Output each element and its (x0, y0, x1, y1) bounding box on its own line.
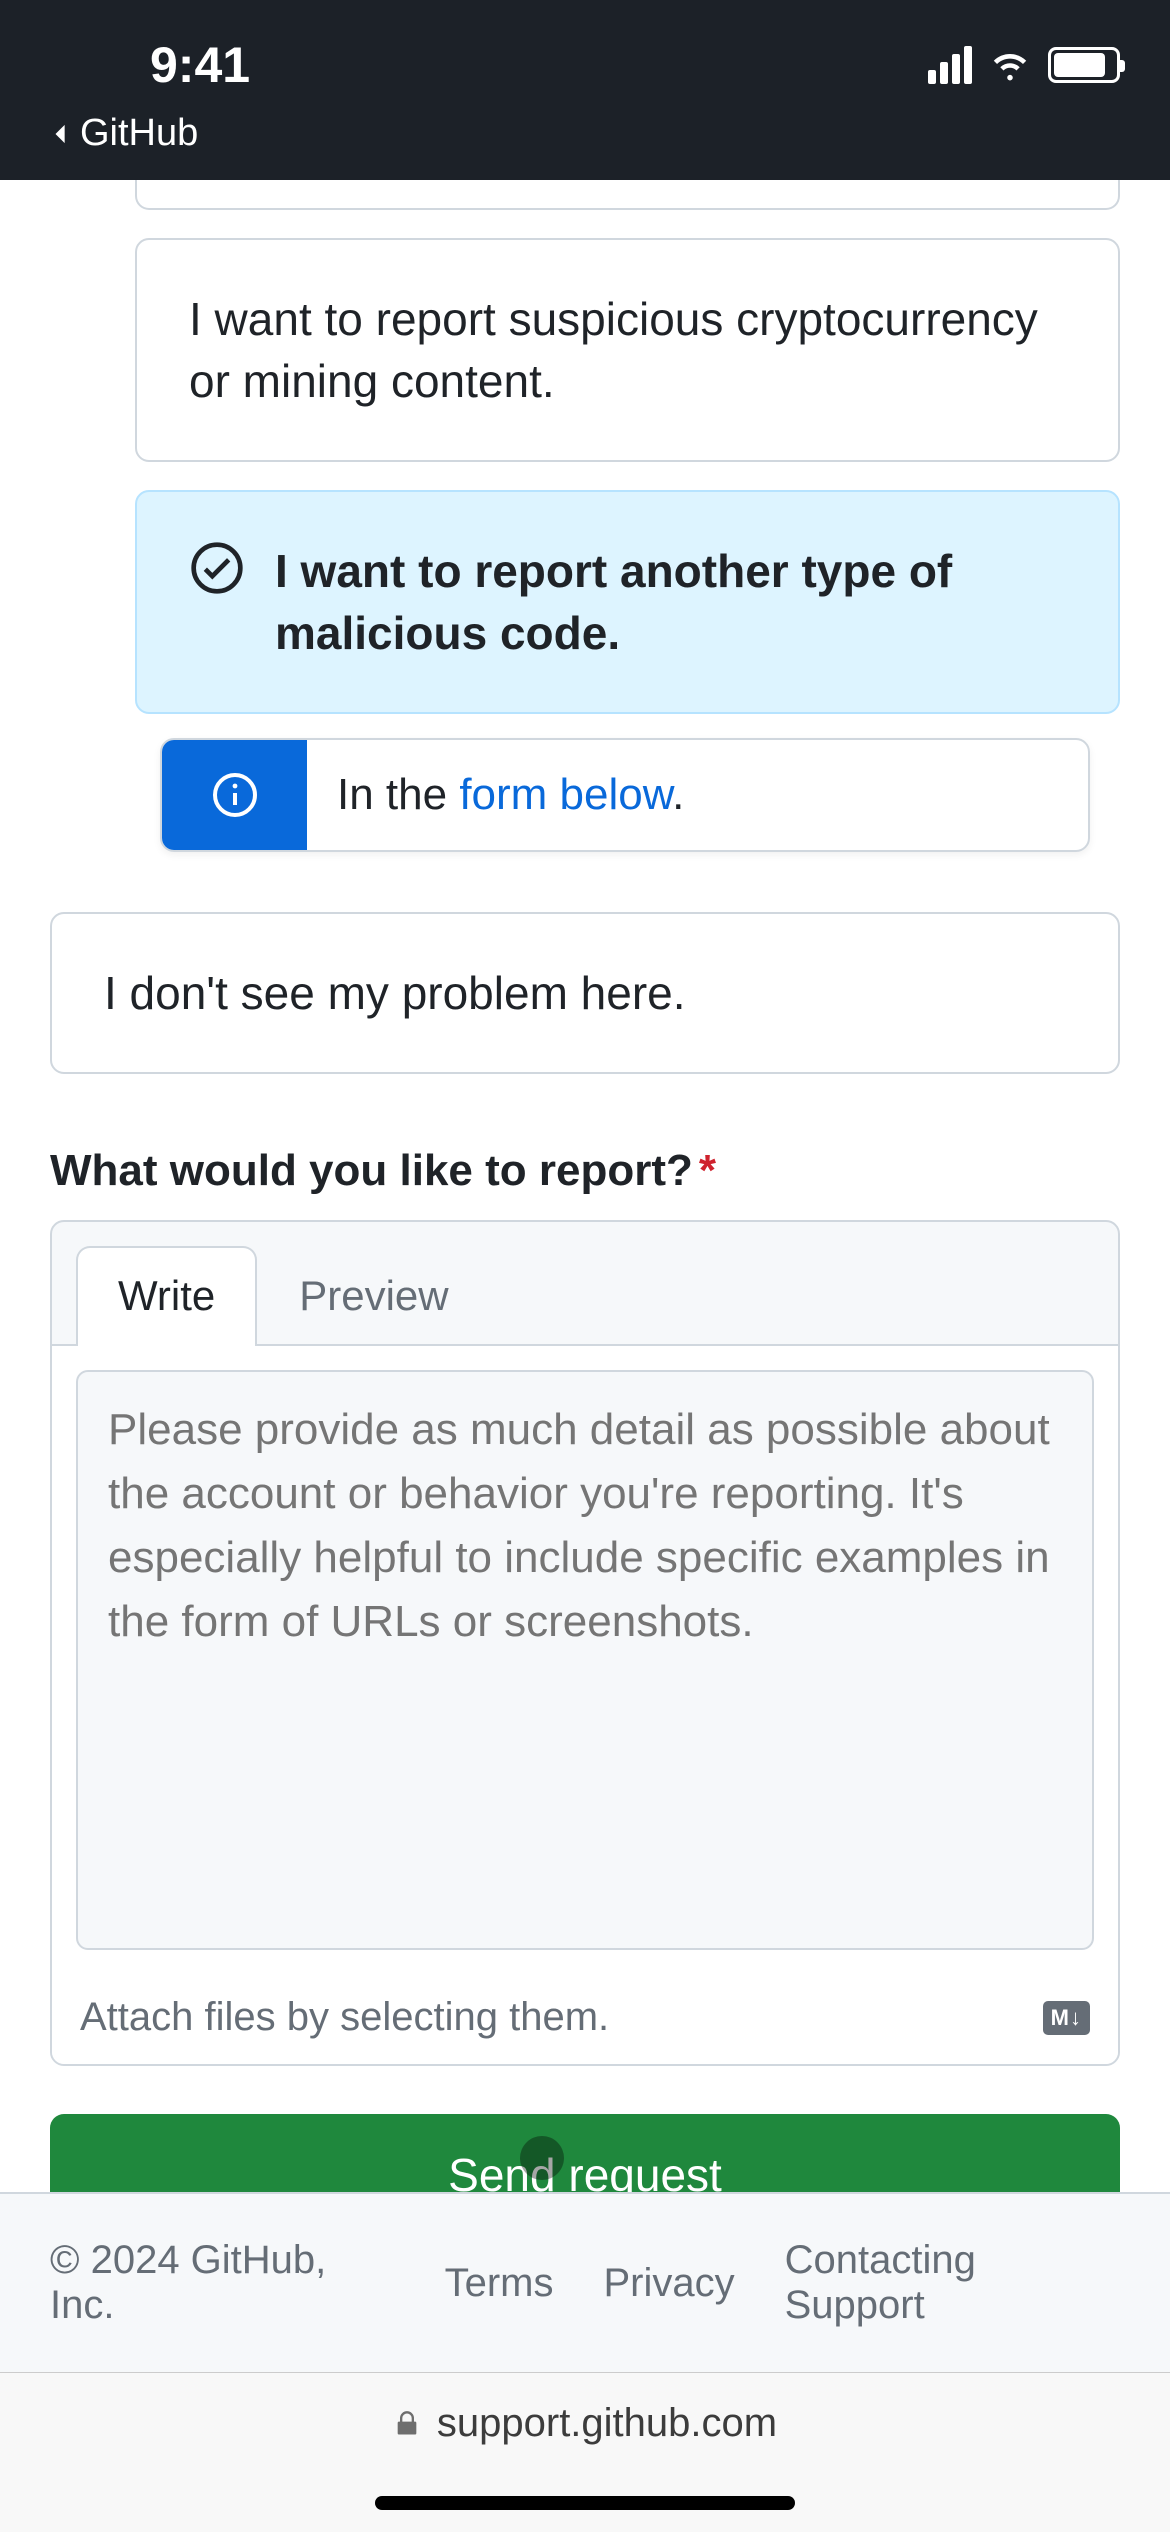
editor-box: Write Preview Attach files by selecting … (50, 1220, 1120, 2066)
status-time: 9:41 (150, 36, 250, 94)
form-below-link[interactable]: form below (459, 770, 672, 819)
form-label-text: What would you like to report? (50, 1146, 693, 1195)
footer-contact-link[interactable]: Contacting Support (785, 2238, 1120, 2328)
tab-write[interactable]: Write (76, 1246, 257, 1346)
option-malicious-selected[interactable]: I want to report another type of malicio… (135, 490, 1120, 714)
option-crypto[interactable]: I want to report suspicious cryptocurren… (135, 238, 1120, 462)
form-label: What would you like to report?* (50, 1146, 1120, 1196)
markdown-icon[interactable]: M↓ (1043, 2001, 1090, 2035)
footer-privacy-link[interactable]: Privacy (603, 2261, 734, 2306)
url-row[interactable]: support.github.com (393, 2401, 777, 2446)
wifi-icon (988, 41, 1032, 90)
status-bar: 9:41 GitHub (0, 0, 1170, 180)
tab-preview[interactable]: Preview (257, 1246, 490, 1344)
check-circle-icon (189, 540, 245, 611)
option-crypto-label: I want to report suspicious cryptocurren… (189, 293, 1038, 407)
editor-tabs: Write Preview (52, 1222, 1118, 1346)
info-prefix: In the (337, 770, 459, 819)
attach-hint[interactable]: Attach files by selecting them. (80, 1995, 609, 2040)
option-malicious-label: I want to report another type of malicio… (275, 540, 1066, 664)
required-asterisk: * (699, 1146, 716, 1195)
footer-terms-link[interactable]: Terms (445, 2261, 554, 2306)
back-to-app[interactable]: GitHub (50, 112, 1120, 155)
report-textarea[interactable] (76, 1370, 1094, 1950)
info-text: In the form below. (307, 740, 714, 850)
battery-icon (1048, 47, 1120, 83)
status-icons (928, 41, 1120, 90)
info-callout: In the form below. (160, 738, 1090, 852)
info-suffix: . (672, 770, 684, 819)
lock-icon (393, 2410, 421, 2438)
option-card-partial[interactable] (135, 180, 1120, 210)
info-icon (162, 740, 307, 850)
option-not-found[interactable]: I don't see my problem here. (50, 912, 1120, 1074)
page-footer: © 2024 GitHub, Inc. Terms Privacy Contac… (0, 2192, 1170, 2372)
back-app-label: GitHub (80, 112, 198, 155)
url-text: support.github.com (437, 2401, 777, 2446)
browser-bar: support.github.com (0, 2372, 1170, 2532)
copyright: © 2024 GitHub, Inc. (50, 2238, 395, 2328)
cellular-icon (928, 46, 972, 84)
home-indicator[interactable] (375, 2496, 795, 2510)
option-not-found-label: I don't see my problem here. (104, 967, 686, 1019)
